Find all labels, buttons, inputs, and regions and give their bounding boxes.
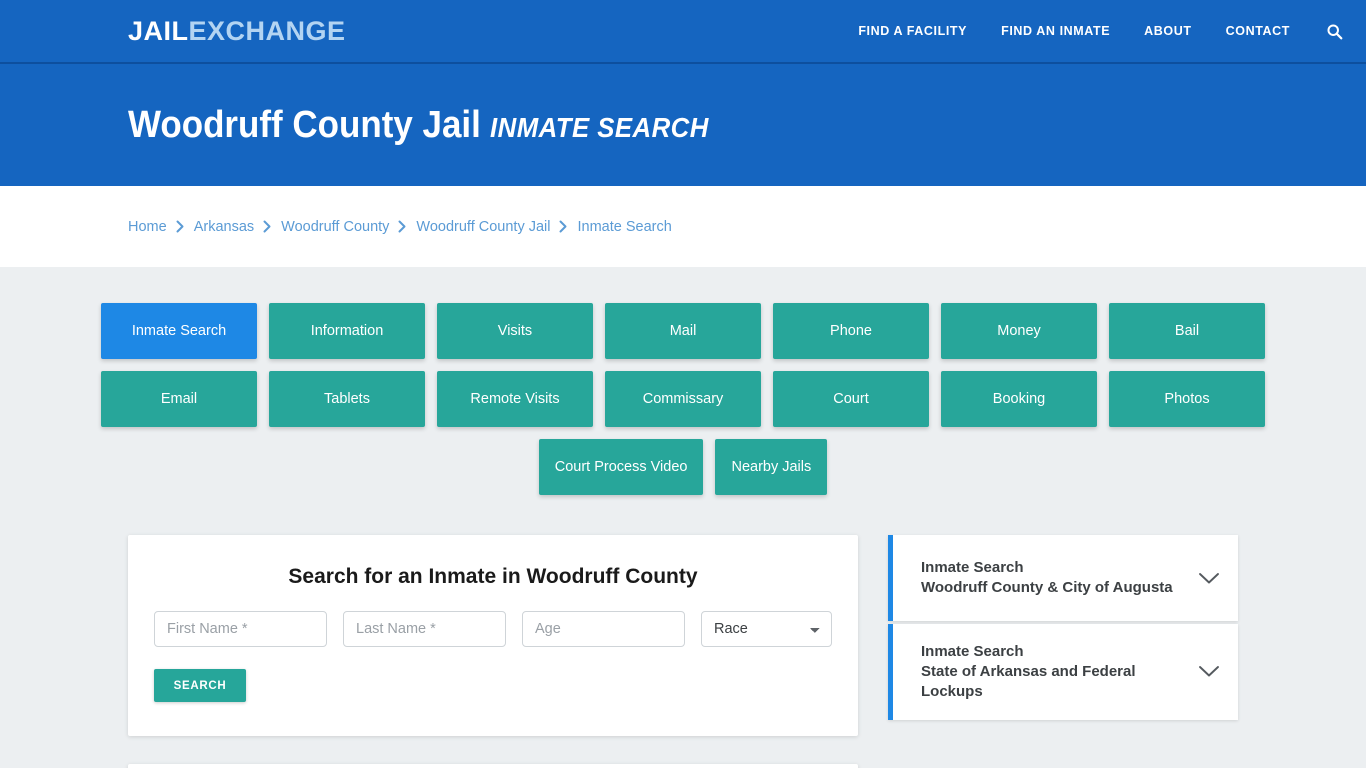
site-header: JAILEXCHANGE FIND A FACILITY FIND AN INM… (0, 0, 1366, 64)
accordion-item-state-of-arkansas[interactable]: Inmate Search State of Arkansas and Fede… (888, 624, 1238, 720)
breadcrumb-item-arkansas[interactable]: Arkansas (194, 219, 254, 235)
nav-item-find-a-facility[interactable]: FIND A FACILITY (858, 24, 967, 38)
search-icon[interactable] (1324, 21, 1344, 41)
tab-booking[interactable]: Booking (941, 371, 1097, 427)
page-hero: Woodruff County Jail INMATE SEARCH (0, 64, 1366, 186)
tab-mail[interactable]: Mail (605, 303, 761, 359)
content-columns: Search for an Inmate in Woodruff County … (128, 535, 1238, 768)
tab-nearby-jails[interactable]: Nearby Jails (715, 439, 828, 495)
breadcrumb-item-inmate-search: Inmate Search (577, 218, 672, 235)
tab-visits[interactable]: Visits (437, 303, 593, 359)
breadcrumb: Home Arkansas Woodruff County Woodruff C… (128, 219, 672, 235)
tab-remote-visits[interactable]: Remote Visits (437, 371, 593, 427)
search-form-heading: Search for an Inmate in Woodruff County (288, 565, 698, 588)
accordion-item-subtitle: Woodruff County & City of Augusta (921, 579, 1173, 596)
tab-phone[interactable]: Phone (773, 303, 929, 359)
breadcrumb-item-woodruff-county-jail[interactable]: Woodruff County Jail (416, 219, 550, 235)
first-name-input[interactable] (154, 611, 327, 647)
main-navigation: FIND A FACILITY FIND AN INMATE ABOUT CON… (858, 21, 1350, 41)
accordion-item-woodruff-county[interactable]: Inmate Search Woodruff County & City of … (888, 535, 1238, 621)
inmate-search-card: Search for an Inmate in Woodruff County … (128, 535, 858, 736)
search-submit-button[interactable]: SEARCH (154, 669, 246, 702)
inmate-search-accordion: Inmate Search Woodruff County & City of … (888, 535, 1238, 720)
tab-money[interactable]: Money (941, 303, 1097, 359)
breadcrumb-item-woodruff-county[interactable]: Woodruff County (281, 219, 389, 235)
main-content: Inmate Search Information Visits Mail Ph… (0, 267, 1366, 768)
accordion-item-text: Inmate Search State of Arkansas and Fede… (921, 642, 1188, 702)
chevron-right-icon (559, 220, 568, 233)
accordion-item-title: Inmate Search (921, 559, 1024, 577)
tab-email[interactable]: Email (101, 371, 257, 427)
tab-court-process-video[interactable]: Court Process Video (538, 439, 704, 495)
right-column: Inmate Search Woodruff County & City of … (888, 535, 1238, 720)
logo-text-primary: JAIL (128, 15, 189, 46)
page-title-subtitle: INMATE SEARCH (490, 112, 709, 143)
tab-inmate-search[interactable]: Inmate Search (101, 303, 257, 359)
last-name-input[interactable] (343, 611, 506, 647)
race-select[interactable]: Race (701, 611, 832, 647)
tab-court[interactable]: Court (773, 371, 929, 427)
accordion-item-title: Inmate Search (921, 643, 1024, 660)
tab-bail[interactable]: Bail (1109, 303, 1265, 359)
tab-photos[interactable]: Photos (1109, 371, 1265, 427)
facility-tabs: Inmate Search Information Visits Mail Ph… (101, 303, 1265, 507)
tab-tablets[interactable]: Tablets (269, 371, 425, 427)
chevron-down-icon[interactable] (1196, 565, 1222, 591)
tab-information[interactable]: Information (269, 303, 425, 359)
nav-item-find-an-inmate[interactable]: FIND AN INMATE (1001, 24, 1110, 38)
page-title-main: Woodruff County Jail (128, 104, 481, 146)
chevron-right-icon (176, 220, 185, 233)
breadcrumb-bar: Home Arkansas Woodruff County Woodruff C… (0, 186, 1366, 267)
chevron-right-icon (263, 220, 272, 233)
chevron-right-icon (398, 220, 407, 233)
accordion-item-subtitle: State of Arkansas and Federal Lockups (921, 662, 1136, 700)
facility-tabs-row-3: Court Process Video Nearby Jails (538, 439, 828, 495)
tab-commissary[interactable]: Commissary (605, 371, 761, 427)
facility-tabs-row-1: Inmate Search Information Visits Mail Ph… (101, 303, 1265, 359)
page-title: Woodruff County Jail INMATE SEARCH (128, 106, 709, 144)
site-logo[interactable]: JAILEXCHANGE (128, 15, 346, 46)
logo-text-secondary: EXCHANGE (188, 15, 346, 46)
chevron-down-icon[interactable] (1196, 659, 1222, 685)
nav-item-contact[interactable]: CONTACT (1226, 24, 1290, 38)
breadcrumb-item-home[interactable]: Home (128, 219, 167, 235)
age-input[interactable] (522, 611, 685, 647)
accordion-item-text: Inmate Search Woodruff County & City of … (921, 558, 1188, 598)
nav-item-about[interactable]: ABOUT (1144, 24, 1191, 38)
search-form-fields: Race (154, 611, 832, 647)
facility-tabs-row-2: Email Tablets Remote Visits Commissary C… (101, 371, 1265, 427)
left-column: Search for an Inmate in Woodruff County … (128, 535, 858, 768)
secondary-results-card (128, 764, 858, 768)
